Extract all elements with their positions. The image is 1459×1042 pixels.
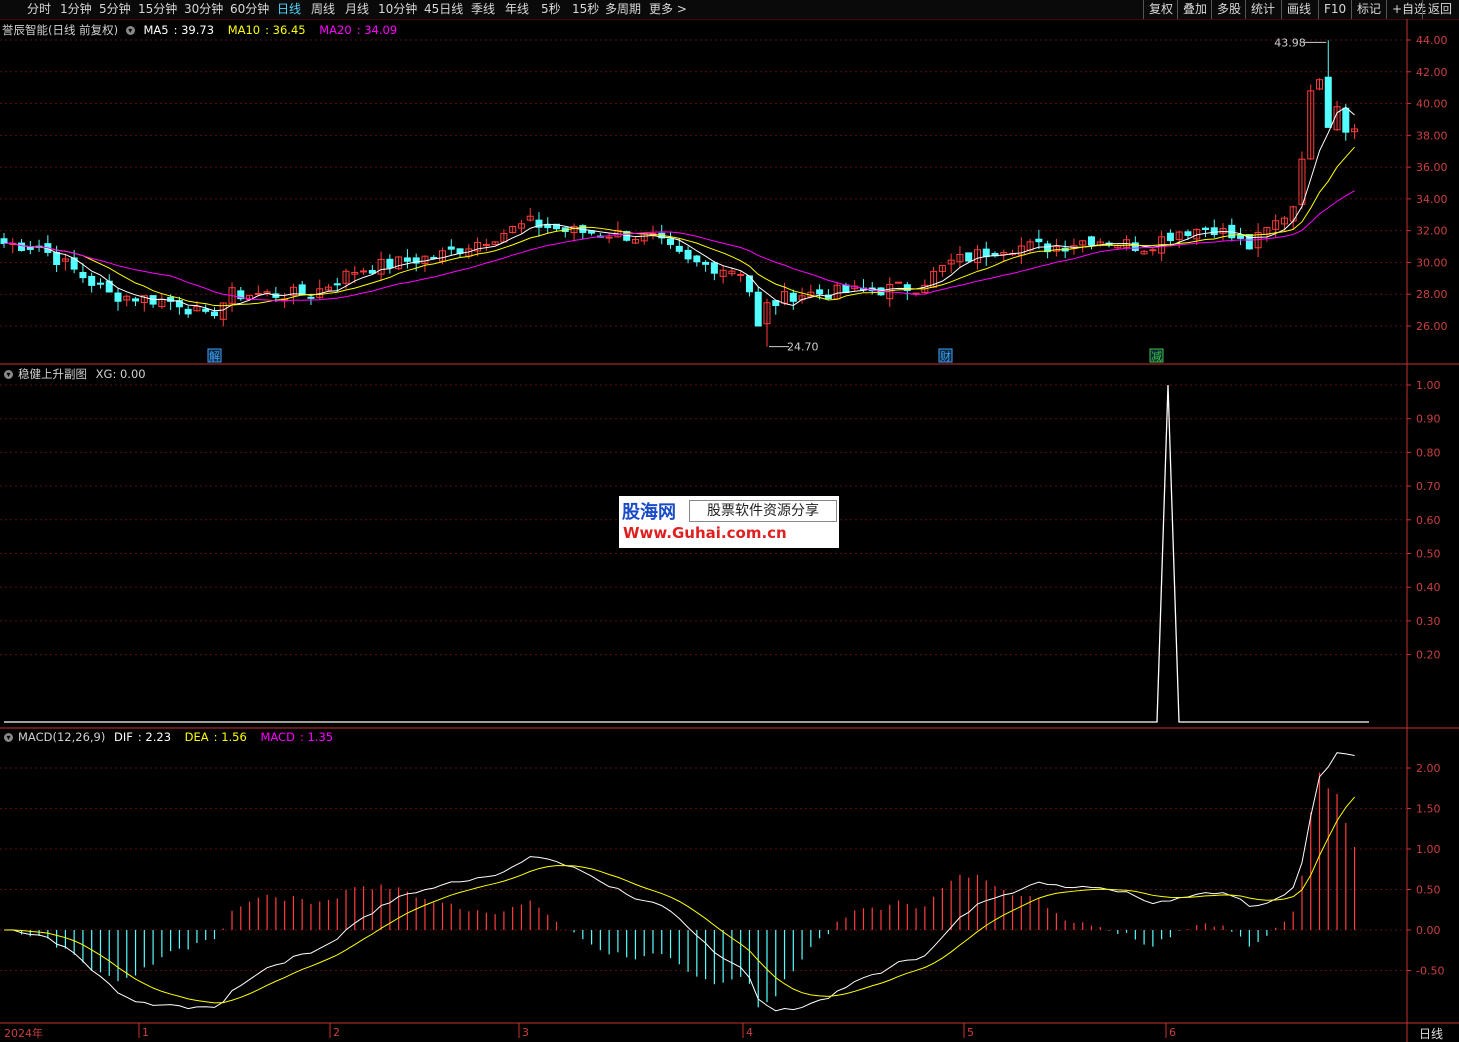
macd-tick-label: 1.50 (1416, 803, 1441, 816)
price-tick-label: 32.00 (1416, 225, 1448, 238)
candle-body (1166, 232, 1174, 242)
macd-tick-label: 2.00 (1416, 762, 1441, 775)
x-axis-month-label: 2 (333, 1026, 340, 1039)
x-axis-year-label: 2024年 (4, 1027, 43, 1040)
candle-body (79, 271, 87, 279)
ma5-line (3, 106, 1355, 312)
candle-body (737, 273, 745, 276)
candle-body (816, 289, 824, 295)
indicator-tick-label: 0.20 (1416, 649, 1441, 662)
candle-body (202, 308, 210, 312)
x-axis-month-label: 4 (746, 1026, 753, 1039)
candle-body (1324, 76, 1332, 128)
candle-body (254, 293, 262, 296)
indicator-tick-label: 0.60 (1416, 514, 1441, 527)
macd-tick-label: 1.00 (1416, 843, 1441, 856)
watermark-tagline: 股票软件资源分享 (689, 500, 837, 522)
indicator-tick-label: 0.40 (1416, 581, 1441, 594)
candle-body (88, 275, 96, 286)
watermark-url: Www.Guhai.com.cn (623, 524, 787, 542)
candle-body (26, 246, 34, 250)
candle-body (1149, 249, 1157, 252)
price-tick-label: 42.00 (1416, 66, 1448, 79)
x-axis-month-label: 5 (967, 1026, 974, 1039)
candle-body (667, 238, 675, 245)
candle-body (96, 282, 104, 285)
candle-body (965, 252, 973, 262)
candle-body (333, 283, 341, 286)
x-axis-period-label[interactable]: 日线 (1419, 1025, 1443, 1042)
indicator-tick-label: 0.70 (1416, 480, 1441, 493)
watermark-banner: 股海网 股票软件资源分享 Www.Guhai.com.cn (619, 496, 839, 548)
high-price-label: 43.98 (1274, 36, 1306, 49)
candle-body (298, 284, 306, 296)
candle-body (1087, 236, 1095, 246)
candle-body (1342, 107, 1350, 133)
dif-line (3, 752, 1355, 1012)
candle-body (675, 245, 683, 252)
candle-body (482, 243, 490, 246)
candle-body (1237, 234, 1245, 239)
candle-body (132, 298, 140, 302)
low-price-label: 24.70 (787, 341, 819, 354)
candle-body (1035, 238, 1043, 243)
indicator-tick-label: 0.90 (1416, 413, 1441, 426)
x-axis-month-label: 1 (142, 1026, 149, 1039)
candle-body (447, 246, 455, 250)
candle-body (53, 251, 61, 265)
price-tick-label: 30.00 (1416, 256, 1448, 269)
event-tag-2: 减 (1151, 350, 1162, 363)
candle-body (982, 248, 990, 258)
candle-body (0, 238, 8, 245)
x-axis-month-label: 6 (1169, 1026, 1176, 1039)
candle-body (18, 242, 26, 251)
indicator-tick-label: 1.00 (1416, 379, 1441, 392)
candle-body (360, 270, 368, 273)
candle-body (684, 249, 692, 260)
candle-body (842, 284, 850, 293)
candle-body (702, 261, 710, 265)
candle-body (114, 292, 122, 302)
candle-body (693, 255, 701, 263)
macd-tick-label: -0.50 (1416, 965, 1444, 978)
candle-body (1184, 231, 1192, 236)
price-tick-label: 34.00 (1416, 193, 1448, 206)
event-tag-0: 解 (209, 349, 220, 363)
candle-body (386, 258, 394, 269)
candle-body (403, 257, 411, 262)
candle-body (307, 296, 315, 299)
candle-body (184, 308, 192, 315)
price-tick-label: 40.00 (1416, 98, 1448, 111)
candle-body (1201, 227, 1209, 231)
watermark-brand: 股海网 (622, 502, 676, 523)
candle-body (710, 262, 718, 274)
indicator-tick-label: 0.50 (1416, 548, 1441, 561)
candle-body (1210, 227, 1218, 236)
indicator-tick-label: 0.80 (1416, 446, 1441, 459)
event-tag-1: 财 (940, 349, 951, 363)
macd-tick-label: 0.50 (1416, 884, 1441, 897)
price-tick-label: 44.00 (1416, 34, 1448, 47)
price-tick-label: 26.00 (1416, 320, 1448, 333)
candle-body (210, 311, 218, 317)
indicator-tick-label: 0.30 (1416, 615, 1441, 628)
macd-tick-label: 0.00 (1416, 924, 1441, 937)
ma10-line (3, 146, 1355, 307)
candle-body (754, 291, 762, 327)
candle-body (789, 292, 797, 302)
price-tick-label: 28.00 (1416, 288, 1448, 301)
dea-line (3, 796, 1355, 1004)
price-tick-label: 38.00 (1416, 129, 1448, 142)
price-tick-label: 36.00 (1416, 161, 1448, 174)
x-axis-month-label: 3 (522, 1026, 529, 1039)
